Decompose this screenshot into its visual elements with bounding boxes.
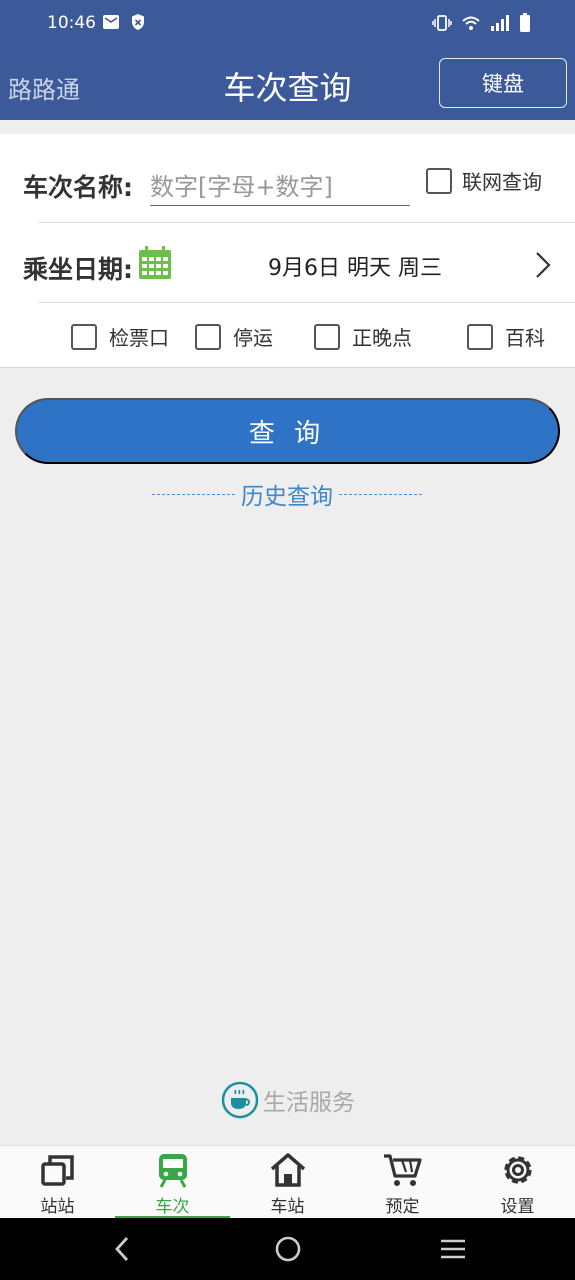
back-icon[interactable] xyxy=(110,1235,134,1263)
nav-label: 站站 xyxy=(40,1197,75,1217)
status-bar: 10:46 xyxy=(0,0,575,48)
home-circle-icon[interactable] xyxy=(275,1236,301,1262)
train-name-label: 车次名称: xyxy=(23,173,133,202)
ticket-gate-label: 检票口 xyxy=(109,326,169,350)
app-header: 路路通 车次查询 键盘 xyxy=(0,48,575,120)
vibrate-icon xyxy=(432,15,452,31)
online-query-checkbox-box[interactable] xyxy=(426,167,452,194)
on-time-status-checkbox[interactable]: 正晚点 xyxy=(314,322,412,351)
shopping-cart-icon xyxy=(383,1154,422,1186)
bottom-navigation: 站站 车次 车站 预定 设置 xyxy=(0,1145,575,1219)
home-icon xyxy=(270,1153,305,1187)
overlapping-windows-icon xyxy=(40,1155,74,1186)
travel-date-label: 乘坐日期: xyxy=(23,255,133,284)
nav-settings[interactable]: 设置 xyxy=(460,1146,575,1219)
system-navigation-bar xyxy=(0,1218,575,1280)
life-service-label: 生活服务 xyxy=(263,1090,355,1116)
ticket-gate-checkbox[interactable]: 检票口 xyxy=(71,322,169,351)
nav-station[interactable]: 车站 xyxy=(230,1146,345,1219)
nav-label: 设置 xyxy=(500,1197,535,1217)
dashed-divider xyxy=(339,493,422,495)
suspended-checkbox-box[interactable] xyxy=(195,323,221,350)
online-query-checkbox[interactable]: 联网查询 xyxy=(426,166,542,195)
divider xyxy=(38,222,575,223)
battery-icon xyxy=(520,13,530,32)
train-name-row: 车次名称: 数字[字母+数字] 联网查询 xyxy=(0,134,575,222)
keyboard-button[interactable]: 键盘 xyxy=(439,58,567,108)
system-status-icons xyxy=(432,13,531,33)
gear-icon xyxy=(503,1156,532,1184)
calendar-icon[interactable] xyxy=(137,245,173,281)
nav-booking[interactable]: 预定 xyxy=(345,1146,460,1219)
nav-label: 车站 xyxy=(270,1197,305,1217)
suspended-checkbox[interactable]: 停运 xyxy=(195,322,273,351)
encyclopedia-label: 百科 xyxy=(505,326,545,350)
encyclopedia-checkbox[interactable]: 百科 xyxy=(467,322,545,351)
travel-date-value[interactable]: 9月6日 明天 周三 xyxy=(268,250,442,282)
recent-apps-icon[interactable] xyxy=(440,1238,466,1260)
ticket-gate-checkbox-box[interactable] xyxy=(71,323,97,350)
nav-label: 车次 xyxy=(155,1197,190,1217)
chevron-right-icon[interactable] xyxy=(533,250,553,280)
wifi-icon xyxy=(462,16,480,30)
online-query-label: 联网查询 xyxy=(462,170,542,194)
on-time-status-label: 正晚点 xyxy=(352,326,412,350)
history-query-label[interactable]: 历史查询 xyxy=(241,477,333,511)
search-form: 车次名称: 数字[字母+数字] 联网查询 乘坐日期: 9月6日 明天 周三 检票… xyxy=(0,134,575,368)
dashed-divider xyxy=(152,493,235,495)
life-service-link[interactable]: 生活服务 xyxy=(221,1081,355,1119)
status-time: 10:46 xyxy=(47,13,96,33)
on-time-status-checkbox-box[interactable] xyxy=(314,323,340,350)
suspended-label: 停运 xyxy=(233,326,273,350)
shield-notification-icon xyxy=(132,14,144,30)
signal-icon xyxy=(491,15,509,31)
train-icon xyxy=(158,1154,187,1188)
history-query-link[interactable]: 历史查询 xyxy=(152,478,422,510)
nav-label: 预定 xyxy=(385,1197,420,1217)
train-name-input[interactable]: 数字[字母+数字] xyxy=(150,164,410,206)
coffee-cup-icon xyxy=(221,1081,259,1119)
query-button[interactable]: 查 询 xyxy=(15,398,560,464)
nav-train-number[interactable]: 车次 xyxy=(115,1146,230,1219)
notification-icons xyxy=(102,13,146,31)
divider xyxy=(38,302,575,303)
mail-notification-icon xyxy=(103,15,119,29)
encyclopedia-checkbox-box[interactable] xyxy=(467,323,493,350)
nav-station-to-station[interactable]: 站站 xyxy=(0,1146,115,1219)
